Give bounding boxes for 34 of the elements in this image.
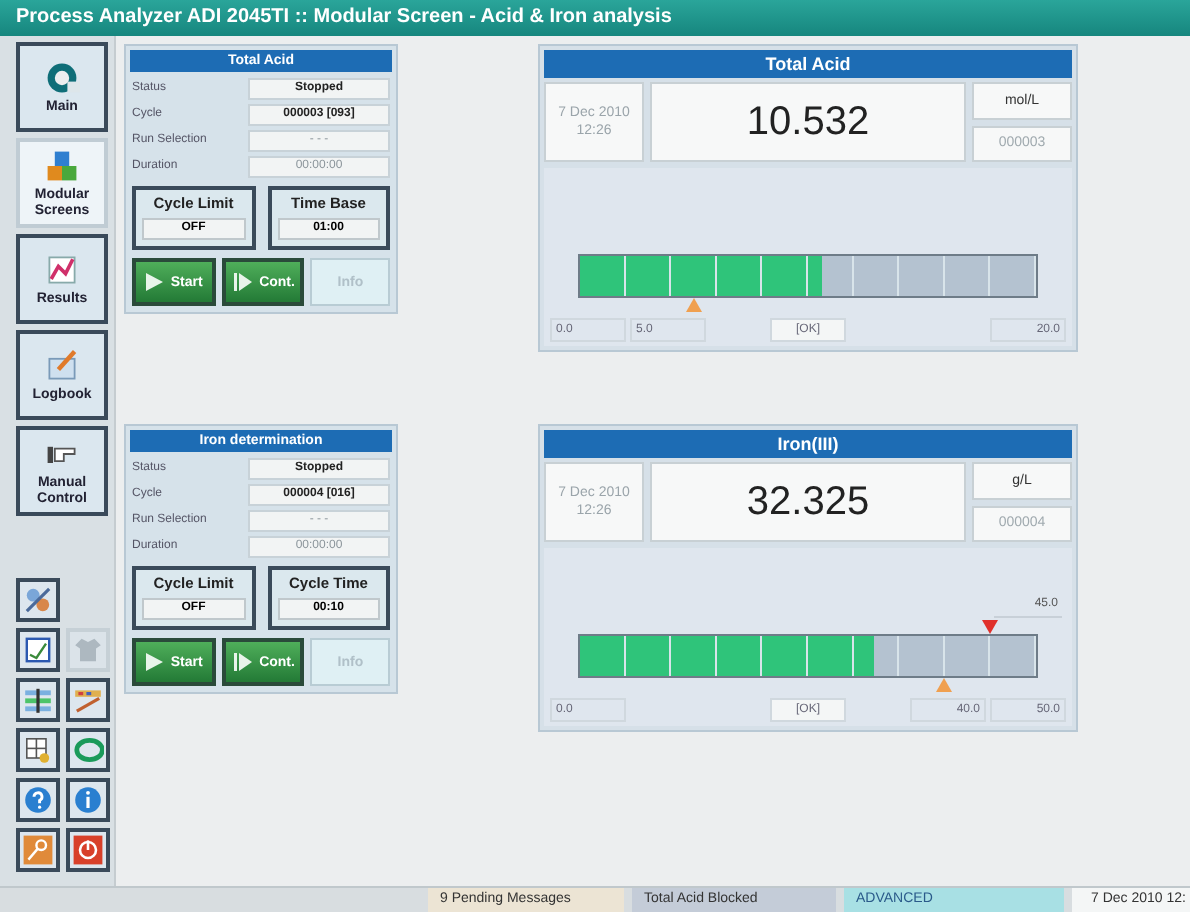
- power-icon: [72, 834, 104, 866]
- tool-button[interactable]: [66, 828, 110, 872]
- tool-button[interactable]: [16, 578, 60, 622]
- play-icon: [144, 652, 165, 672]
- ruler-icon: [72, 684, 104, 716]
- shirt-icon: [72, 634, 104, 666]
- panel-header: Total Acid: [544, 50, 1072, 78]
- tool-button[interactable]: [66, 728, 110, 772]
- book-icon: [44, 347, 80, 384]
- tool-button[interactable]: [16, 728, 60, 772]
- arc-icon: [72, 734, 104, 766]
- tool-button[interactable]: [16, 628, 60, 672]
- panel-header: Iron(III): [544, 430, 1072, 458]
- board-icon: [22, 634, 54, 666]
- tool-button[interactable]: [66, 678, 110, 722]
- tool-button[interactable]: [66, 778, 110, 822]
- tool-button[interactable]: [16, 678, 60, 722]
- resume-icon: [231, 272, 254, 292]
- chart-icon: [44, 251, 80, 288]
- info-icon: [72, 784, 104, 816]
- tool-button[interactable]: [16, 778, 60, 822]
- tool-button[interactable]: [16, 828, 60, 872]
- tools-icon: [22, 584, 54, 616]
- result-value: 10.532: [650, 82, 966, 162]
- logo-icon: [44, 59, 80, 96]
- sliders-icon: [22, 684, 54, 716]
- key-icon: [22, 834, 54, 866]
- play-icon: [144, 272, 165, 292]
- resume-icon: [231, 652, 254, 672]
- help-icon: [22, 784, 54, 816]
- cubes-icon: [44, 147, 80, 184]
- result-value: 32.325: [650, 462, 966, 542]
- window-title: Process Analyzer ADI 2045TI :: Modular Screen - Acid & Iron analysis: [0, 0, 1190, 36]
- grid-icon: [22, 734, 54, 766]
